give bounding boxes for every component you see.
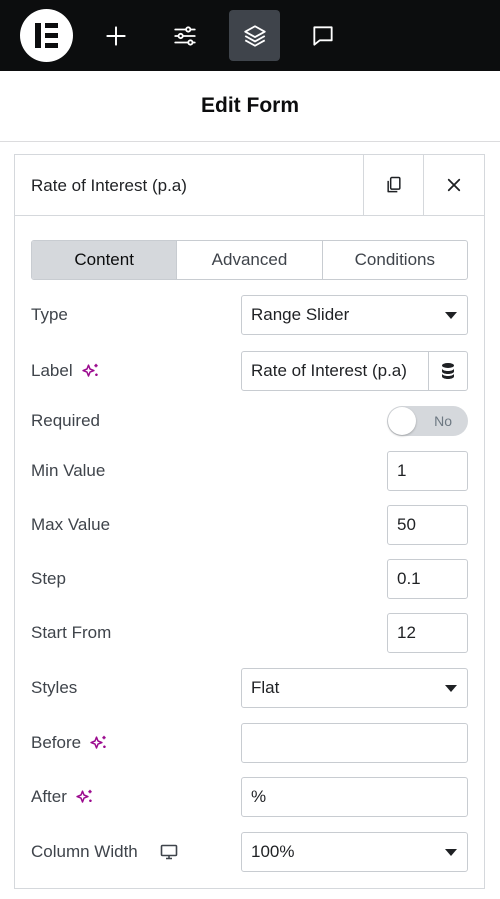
min-value-input[interactable]: 1 [387, 451, 468, 491]
editor-header: Edit Form [0, 71, 500, 142]
min-value-row: Min Value 1 [31, 451, 468, 491]
label-label-text: Label [31, 361, 73, 380]
required-row: Required No [31, 401, 468, 441]
toggle-knob [388, 407, 416, 435]
styles-select[interactable]: Flat [241, 668, 468, 708]
label-row: Label Rate of Interest (p.a) [31, 351, 468, 391]
ai-sparkle-icon[interactable] [89, 733, 109, 753]
after-label-text: After [31, 787, 67, 806]
ai-sparkle-icon[interactable] [75, 787, 95, 807]
field-settings-panel: Rate of Interest (p.a) Content Advanced … [14, 154, 485, 889]
max-value-input[interactable]: 50 [387, 505, 468, 545]
plus-icon[interactable] [90, 10, 141, 61]
type-select[interactable]: Range Slider [241, 295, 468, 335]
ai-sparkle-icon[interactable] [81, 361, 101, 381]
chat-icon[interactable] [297, 10, 348, 61]
after-input-value: % [251, 787, 267, 806]
database-icon [442, 363, 454, 379]
after-label: After [31, 787, 95, 807]
styles-row: Styles Flat [31, 668, 468, 708]
tab-advanced[interactable]: Advanced [177, 241, 323, 279]
desktop-icon[interactable] [160, 844, 178, 860]
column-width-label-text: Column Width [31, 842, 138, 861]
start-from-label: Start From [31, 623, 112, 642]
sliders-icon[interactable] [159, 10, 210, 61]
type-select-value: Range Slider [251, 305, 350, 324]
step-value: 0.1 [397, 569, 421, 588]
max-value-value: 50 [397, 515, 416, 534]
required-toggle[interactable]: No [387, 406, 468, 436]
chevron-down-icon [445, 312, 457, 319]
column-width-label: Column Width [31, 842, 178, 862]
start-from-value: 12 [397, 623, 416, 642]
min-value-label: Min Value [31, 461, 106, 480]
step-row: Step 0.1 [31, 559, 468, 599]
before-label: Before [31, 733, 109, 753]
before-row: Before [31, 723, 468, 763]
elementor-logo-icon[interactable] [20, 9, 73, 62]
panel-header: Rate of Interest (p.a) [15, 155, 484, 216]
max-value-row: Max Value 50 [31, 505, 468, 545]
styles-label: Styles [31, 678, 78, 697]
dynamic-tags-button[interactable] [428, 351, 468, 391]
copy-icon[interactable] [363, 155, 424, 215]
tab-conditions[interactable]: Conditions [323, 241, 467, 279]
chevron-down-icon [445, 685, 457, 692]
label-input[interactable]: Rate of Interest (p.a) [241, 351, 429, 391]
type-label: Type [31, 305, 68, 324]
close-icon[interactable] [423, 155, 484, 215]
panel-tabs: Content Advanced Conditions [31, 240, 468, 280]
panel-title: Rate of Interest (p.a) [31, 176, 187, 195]
after-input[interactable]: % [241, 777, 468, 817]
label-input-value: Rate of Interest (p.a) [251, 361, 407, 380]
column-width-select-value: 100% [251, 842, 295, 861]
step-label: Step [31, 569, 66, 588]
type-row: Type Range Slider [31, 295, 468, 335]
layers-icon[interactable] [229, 10, 280, 61]
start-from-row: Start From 12 [31, 613, 468, 653]
after-row: After % [31, 777, 468, 817]
column-width-row: Column Width 100% [31, 832, 468, 872]
label-label: Label [31, 361, 101, 381]
required-toggle-state: No [434, 413, 452, 429]
before-label-text: Before [31, 733, 82, 752]
styles-select-value: Flat [251, 678, 280, 697]
start-from-input[interactable]: 12 [387, 613, 468, 653]
tab-content[interactable]: Content [32, 241, 178, 279]
chevron-down-icon [445, 849, 457, 856]
top-bar [0, 0, 500, 71]
column-width-select[interactable]: 100% [241, 832, 468, 872]
before-input[interactable] [241, 723, 468, 763]
required-label: Required [31, 411, 100, 430]
step-input[interactable]: 0.1 [387, 559, 468, 599]
page-title: Edit Form [201, 94, 299, 117]
max-value-label: Max Value [31, 515, 111, 534]
min-value-value: 1 [397, 461, 407, 480]
